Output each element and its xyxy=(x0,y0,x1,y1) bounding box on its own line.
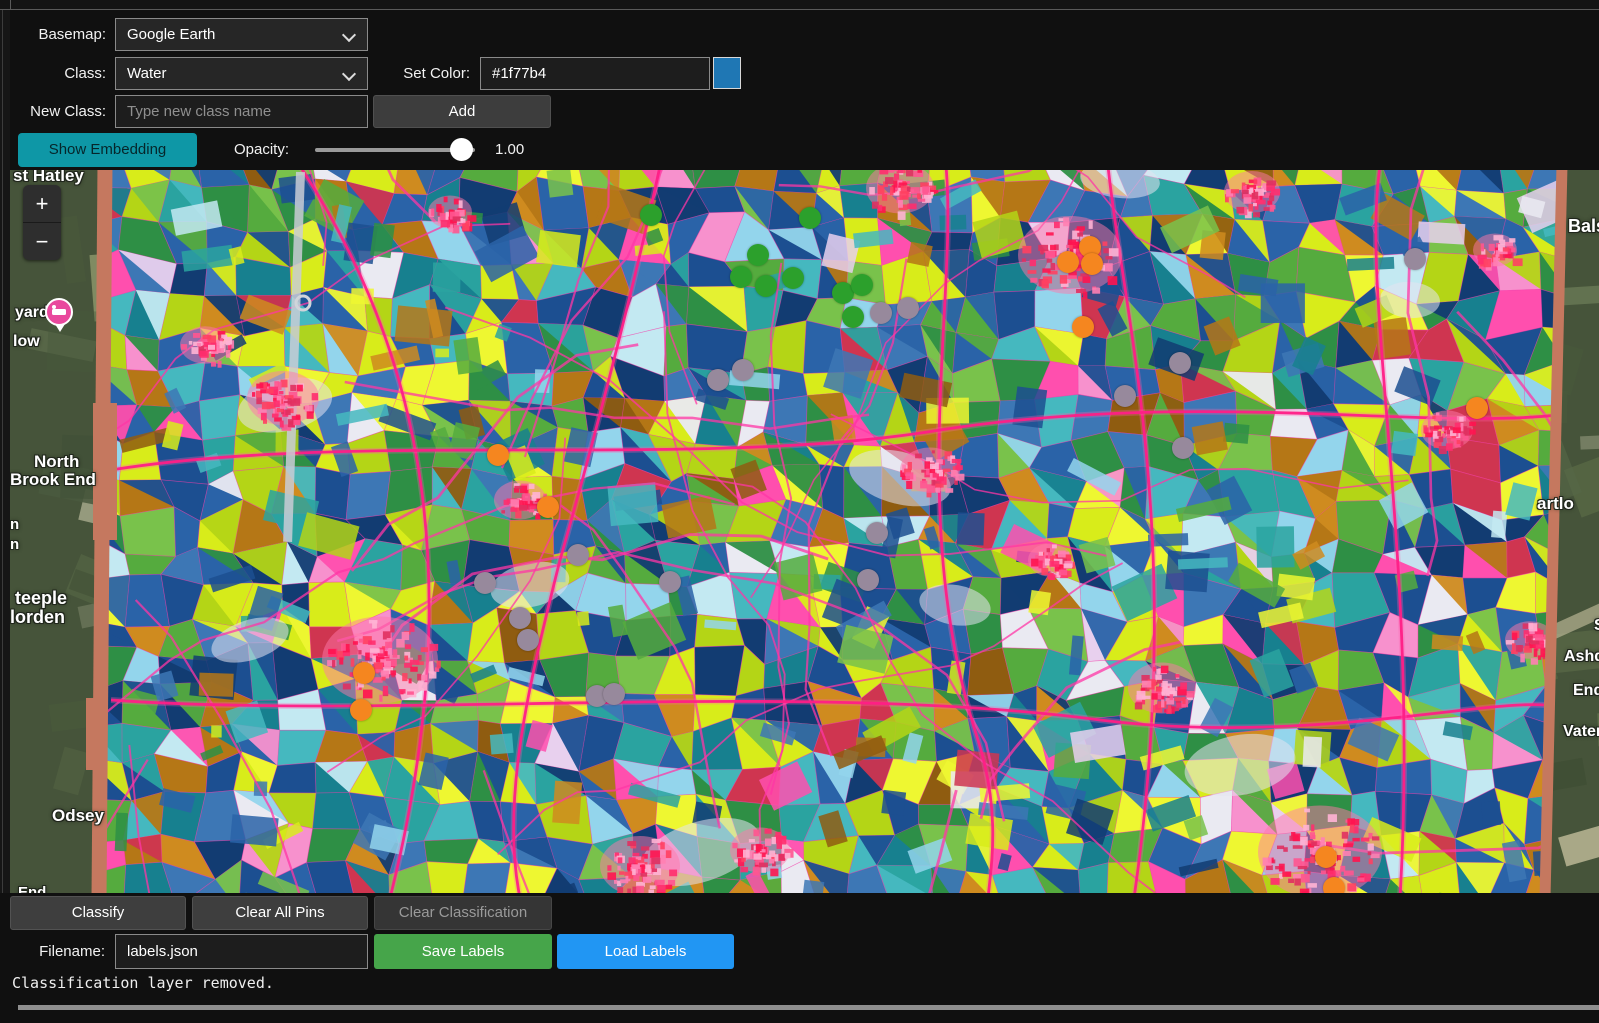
place-label: teeple xyxy=(15,588,67,609)
zoom-out-button[interactable]: − xyxy=(23,223,61,260)
clear-all-pins-button[interactable]: Clear All Pins xyxy=(192,896,368,930)
map-pin-orange[interactable] xyxy=(353,662,375,684)
map-pin-gray[interactable] xyxy=(866,522,888,544)
opacity-slider-thumb[interactable] xyxy=(450,138,473,161)
map-pin-orange[interactable] xyxy=(350,699,372,721)
map-pin-orange[interactable] xyxy=(1072,316,1094,338)
new-class-input[interactable]: Type new class name xyxy=(115,95,368,128)
map-pin-green[interactable] xyxy=(755,275,777,297)
opacity-value: 1.00 xyxy=(495,133,545,166)
map-pin-green[interactable] xyxy=(842,306,864,328)
map-pin-gray[interactable] xyxy=(897,297,919,319)
basemap-select[interactable]: Google Earth xyxy=(115,18,368,51)
map-pin-gray[interactable] xyxy=(857,569,879,591)
map-pin-gray[interactable] xyxy=(1169,352,1191,374)
top-toolbar: Basemap: Google Earth Class: Water Set C… xyxy=(10,10,1599,170)
map-canvas xyxy=(10,170,1599,893)
place-label: End xyxy=(18,884,46,893)
chevron-down-icon xyxy=(342,67,356,81)
place-label: North xyxy=(34,452,79,472)
zoom-in-button[interactable]: + xyxy=(23,185,61,222)
class-selected-value: Water xyxy=(127,65,166,82)
load-labels-button[interactable]: Load Labels xyxy=(557,934,734,969)
map-pin-gray[interactable] xyxy=(1404,248,1426,270)
map-pin-gray[interactable] xyxy=(1172,437,1194,459)
map-pin-orange[interactable] xyxy=(1315,846,1337,868)
map-pin-green[interactable] xyxy=(747,244,769,266)
new-class-placeholder: Type new class name xyxy=(127,103,271,120)
map-pin-gray[interactable] xyxy=(567,544,589,566)
opacity-label: Opacity: xyxy=(205,133,289,166)
lodging-marker-icon[interactable] xyxy=(45,298,73,326)
map-pin-orange[interactable] xyxy=(537,496,559,518)
place-label: Ashd xyxy=(1564,648,1599,666)
color-swatch[interactable] xyxy=(713,57,741,89)
place-label: End xyxy=(1573,682,1599,700)
map-zoom-control: + − xyxy=(23,185,61,260)
place-label: n xyxy=(10,536,19,553)
place-label: Odsey xyxy=(52,806,104,826)
place-label: low xyxy=(13,333,40,351)
basemap-label: Basemap: xyxy=(10,18,106,51)
map-pin-green[interactable] xyxy=(730,266,752,288)
map-pin-orange[interactable] xyxy=(1323,877,1345,893)
map-pin-gray[interactable] xyxy=(732,359,754,381)
map-pin-green[interactable] xyxy=(799,207,821,229)
new-class-label: New Class: xyxy=(10,95,106,128)
place-label: Vater xyxy=(1563,723,1599,741)
map-pin-orange[interactable] xyxy=(487,444,509,466)
place-label: Brook End xyxy=(10,470,96,490)
place-label: artlo xyxy=(1537,494,1574,514)
map-viewport[interactable]: st Hatley yard low NorthBrook End nn teeplelo… xyxy=(10,170,1599,893)
class-label: Class: xyxy=(10,57,106,90)
map-pin-gray[interactable] xyxy=(707,369,729,391)
window-left-edge xyxy=(0,10,10,1023)
status-text: Classification layer removed. xyxy=(12,974,274,992)
class-select[interactable]: Water xyxy=(115,57,368,90)
bottom-panel: Classify Clear All Pins Clear Classifica… xyxy=(0,893,1599,1023)
place-label: yard xyxy=(15,304,49,322)
filename-label: Filename: xyxy=(0,935,105,968)
map-pin-gray[interactable] xyxy=(509,607,531,629)
embedding-overlay-layer xyxy=(10,170,1599,893)
filename-input[interactable]: labels.json xyxy=(115,934,368,969)
map-pin-orange[interactable] xyxy=(1057,251,1079,273)
app-window: Basemap: Google Earth Class: Water Set C… xyxy=(0,0,1599,1023)
map-pin-gray[interactable] xyxy=(870,302,892,324)
map-pin-gray[interactable] xyxy=(474,572,496,594)
horizontal-scrollbar[interactable] xyxy=(18,1005,1599,1010)
place-label: Bals xyxy=(1568,216,1599,237)
bed-icon xyxy=(52,309,66,315)
map-pin-orange[interactable] xyxy=(1466,397,1488,419)
map-pin-gray[interactable] xyxy=(659,571,681,593)
add-class-button[interactable]: Add xyxy=(373,95,551,128)
map-pin-gray[interactable] xyxy=(1114,385,1136,407)
place-label: n xyxy=(10,516,19,533)
color-input[interactable]: #1f77b4 xyxy=(480,57,710,90)
place-label: lorden xyxy=(10,607,65,628)
title-bar-notch xyxy=(10,0,11,9)
save-labels-button[interactable]: Save Labels xyxy=(374,934,552,969)
map-pin-orange[interactable] xyxy=(1081,253,1103,275)
show-embedding-button[interactable]: Show Embedding xyxy=(18,133,197,167)
set-color-label: Set Color: xyxy=(380,57,470,90)
window-edge-line xyxy=(2,10,3,1023)
chevron-down-icon xyxy=(342,28,356,42)
basemap-selected-value: Google Earth xyxy=(127,26,215,43)
map-pin-gray[interactable] xyxy=(517,629,539,651)
clear-classification-button[interactable]: Clear Classification xyxy=(374,896,552,930)
map-pin-green[interactable] xyxy=(782,267,804,289)
map-pin-green[interactable] xyxy=(851,274,873,296)
title-bar xyxy=(0,0,1599,10)
place-label: st Hatley xyxy=(13,170,84,186)
place-label: S xyxy=(1594,617,1599,635)
map-pin-green[interactable] xyxy=(640,204,662,226)
classify-button[interactable]: Classify xyxy=(10,896,186,930)
map-pin-gray[interactable] xyxy=(603,683,625,705)
